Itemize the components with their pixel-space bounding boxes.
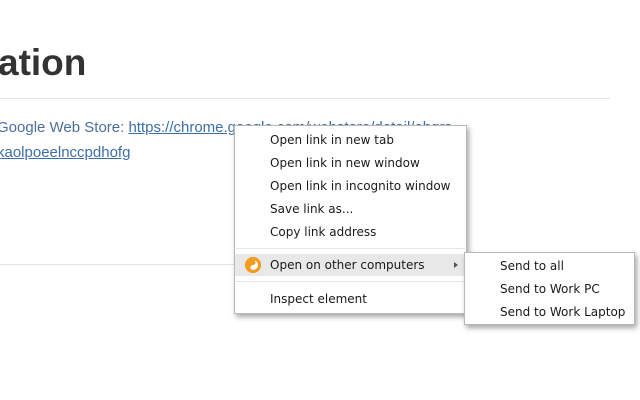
menu-separator: [236, 248, 465, 249]
submenu-item-send-to-all[interactable]: Send to all: [465, 255, 634, 277]
menu-item-open-new-tab[interactable]: Open link in new tab: [235, 129, 466, 151]
other-computers-icon: [245, 257, 261, 273]
page-heading: ation: [0, 42, 87, 83]
store-link-tail[interactable]: kaolpoeelnccpdhofg: [0, 144, 130, 161]
menu-item-open-incognito[interactable]: Open link in incognito window: [235, 175, 466, 197]
menu-item-save-link-as[interactable]: Save link as...: [235, 198, 466, 220]
send-to-submenu: Send to all Send to Work PC Send to Work…: [464, 252, 635, 325]
menu-item-copy-link-address[interactable]: Copy link address: [235, 221, 466, 243]
heading-divider: [0, 98, 610, 99]
menu-item-inspect-element[interactable]: Inspect element: [235, 288, 466, 310]
submenu-item-send-to-work-pc[interactable]: Send to Work PC: [465, 278, 634, 300]
store-link-continued[interactable]: kaolpoeelnccpdhofg: [0, 144, 130, 161]
menu-item-open-on-other-computers[interactable]: Open on other computers: [235, 254, 466, 276]
menu-separator: [236, 281, 465, 282]
web-page: ation Google Web Store: https://chrome.g…: [0, 0, 640, 400]
menu-item-open-on-other-computers-label: Open on other computers: [270, 258, 425, 272]
menu-item-open-new-window[interactable]: Open link in new window: [235, 152, 466, 174]
submenu-arrow-icon: [454, 262, 458, 268]
store-prefix: Google Web Store:: [0, 119, 129, 136]
submenu-item-send-to-work-laptop[interactable]: Send to Work Laptop: [465, 301, 634, 323]
link-context-menu: Open link in new tab Open link in new wi…: [234, 125, 467, 314]
